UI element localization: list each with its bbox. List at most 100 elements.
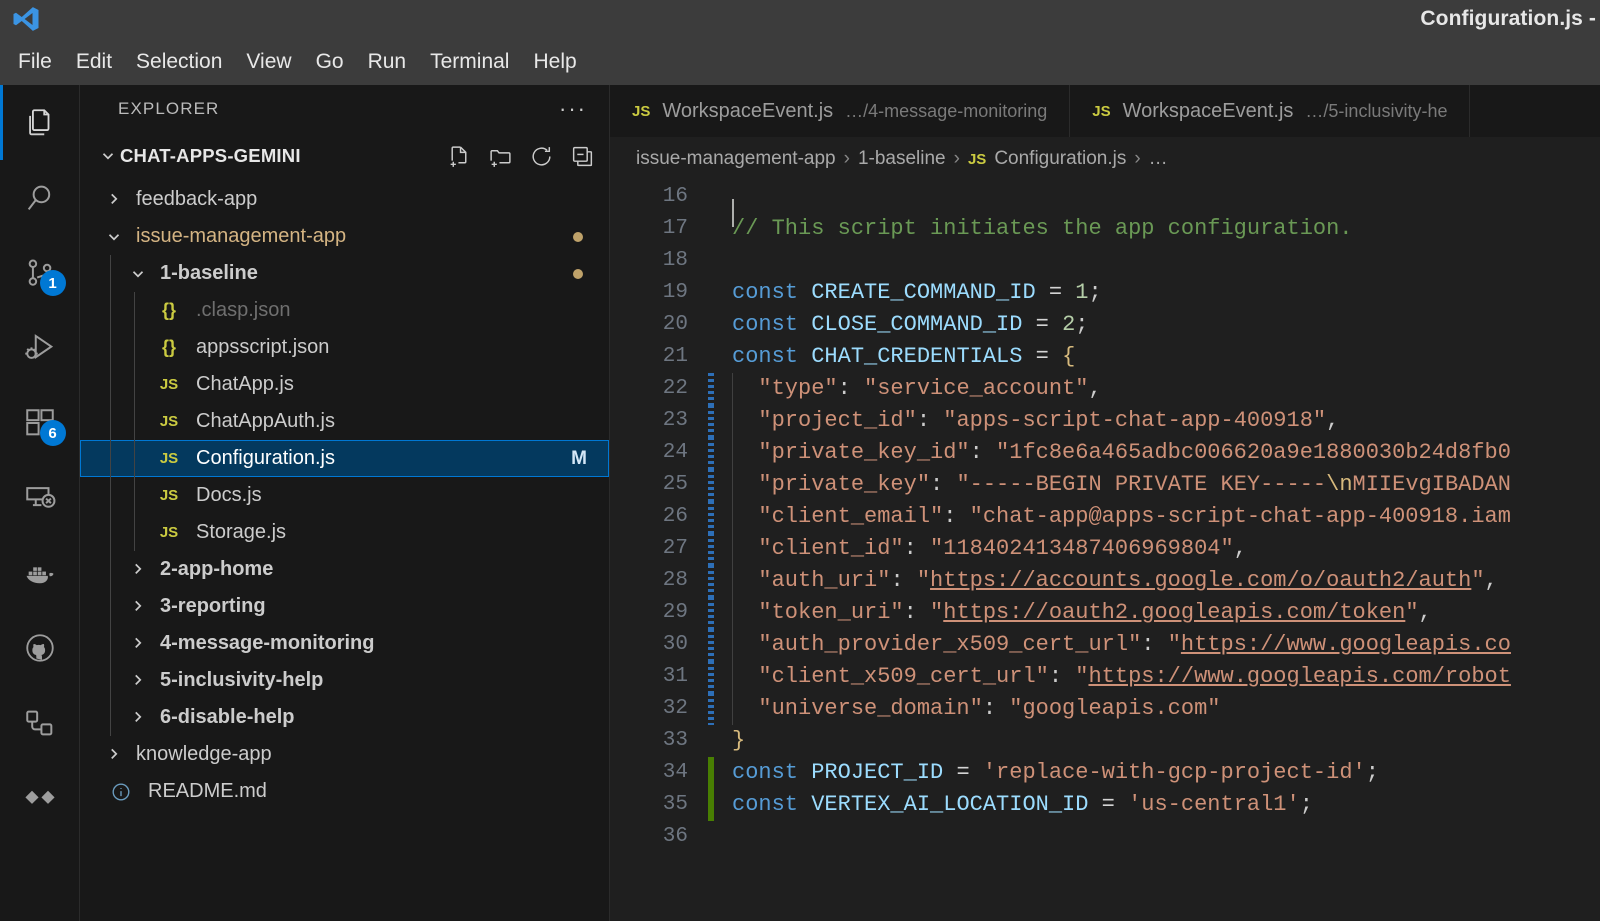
code-line-content: const CHAT_CREDENTIALS = { <box>714 341 1075 373</box>
breadcrumb-item-0[interactable]: issue-management-app <box>636 148 836 170</box>
activity-item-testing[interactable] <box>0 685 80 760</box>
code-token-num: 2 <box>1062 312 1075 337</box>
code-token-link[interactable]: https://www.googleapis.com/robot <box>1088 664 1510 689</box>
activity-item-explorer[interactable] <box>0 85 80 160</box>
code-token-plain <box>798 312 811 337</box>
sidebar-explorer: EXPLORER ··· CHAT-APPS-GEMINI <box>80 85 610 921</box>
activity-item-extensions[interactable]: 6 <box>0 385 80 460</box>
js-icon: JS <box>1092 103 1110 120</box>
tree-file-row[interactable]: {}.clasp.json <box>80 292 609 329</box>
git-status-badge: M <box>571 448 587 470</box>
code-line[interactable]: 25 "private_key": "-----BEGIN PRIVATE KE… <box>610 469 1600 501</box>
menu-file[interactable]: File <box>6 48 64 76</box>
menu-view[interactable]: View <box>234 48 303 76</box>
tree-folder-row[interactable]: feedback-app <box>80 181 609 218</box>
new-folder-icon[interactable] <box>488 144 513 169</box>
code-line[interactable]: 29 "token_uri": "https://oauth2.googleap… <box>610 597 1600 629</box>
code-token-punc: : <box>943 504 969 529</box>
line-number: 30 <box>610 629 708 661</box>
tree-folder-row[interactable]: knowledge-app <box>80 736 609 773</box>
tree-folder-row[interactable]: 4-message-monitoring <box>80 625 609 662</box>
menu-run[interactable]: Run <box>356 48 419 76</box>
code-line[interactable]: 17// This script initiates the app confi… <box>610 213 1600 245</box>
activity-item-run-and-debug[interactable] <box>0 310 80 385</box>
code-token-key: const <box>732 760 798 785</box>
activity-item-remote-explorer[interactable] <box>0 460 80 535</box>
code-token-punc: ; <box>1300 792 1313 817</box>
code-line[interactable]: 20const CLOSE_COMMAND_ID = 2; <box>610 309 1600 341</box>
editor-tab-1[interactable]: JS WorkspaceEvent.js …/5-inclusivity-he <box>1070 85 1470 137</box>
tree-folder-row[interactable]: 6-disable-help <box>80 699 609 736</box>
breadcrumb-item-1[interactable]: 1-baseline <box>858 148 946 170</box>
code-token-key: const <box>732 312 798 337</box>
gutter-change-indicator <box>708 821 714 853</box>
code-line[interactable]: 35const VERTEX_AI_LOCATION_ID = 'us-cent… <box>610 789 1600 821</box>
code-line-content: "project_id": "apps-script-chat-app-4009… <box>714 405 1339 437</box>
breadcrumb-item-2[interactable]: Configuration.js <box>994 148 1126 170</box>
new-file-icon[interactable] <box>447 144 472 169</box>
chevron-right-icon <box>126 561 150 579</box>
menu-go[interactable]: Go <box>304 48 356 76</box>
tree-file-row[interactable]: JSConfiguration.jsM <box>80 440 609 477</box>
code-line[interactable]: 22 "type": "service_account", <box>610 373 1600 405</box>
code-token-punc: ; <box>1075 312 1088 337</box>
title-bar: Configuration.js - <box>0 0 1600 38</box>
code-line[interactable]: 24 "private_key_id": "1fc8e6a465adbc0066… <box>610 437 1600 469</box>
menu-help[interactable]: Help <box>521 48 588 76</box>
code-token-link[interactable]: https://oauth2.googleapis.com/token <box>943 600 1405 625</box>
code-line[interactable]: 19const CREATE_COMMAND_ID = 1; <box>610 277 1600 309</box>
tree-folder-row[interactable]: 2-app-home <box>80 551 609 588</box>
code-editor[interactable]: 1617// This script initiates the app con… <box>610 181 1600 921</box>
code-line[interactable]: 21const CHAT_CREDENTIALS = { <box>610 341 1600 373</box>
activity-item-source-control[interactable]: 1 <box>0 235 80 310</box>
activity-item-docker[interactable] <box>0 535 80 610</box>
chevron-down-icon <box>102 228 126 246</box>
files-icon <box>23 106 57 140</box>
editor-tabs: JS WorkspaceEvent.js …/4-message-monitor… <box>610 85 1600 137</box>
code-line[interactable]: 34const PROJECT_ID = 'replace-with-gcp-p… <box>610 757 1600 789</box>
code-line[interactable]: 30 "auth_provider_x509_cert_url": "https… <box>610 629 1600 661</box>
tree-file-row[interactable]: JSDocs.js <box>80 477 609 514</box>
tree-folder-row[interactable]: 5-inclusivity-help <box>80 662 609 699</box>
collapse-all-icon[interactable] <box>570 144 595 169</box>
code-line[interactable]: 31 "client_x509_cert_url": "https://www.… <box>610 661 1600 693</box>
tree-file-row[interactable]: JSChatAppAuth.js <box>80 403 609 440</box>
indent-guide <box>732 565 733 597</box>
indent-guide <box>732 373 733 405</box>
refresh-icon[interactable] <box>529 144 554 169</box>
activity-item-search[interactable] <box>0 160 80 235</box>
tree-item-label: .clasp.json <box>196 299 291 322</box>
sidebar-more-actions-icon[interactable]: ··· <box>559 96 587 122</box>
editor-tab-1-name: WorkspaceEvent.js <box>1123 100 1294 123</box>
menu-edit[interactable]: Edit <box>64 48 124 76</box>
code-line[interactable]: 32 "universe_domain": "googleapis.com" <box>610 693 1600 725</box>
editor-tab-0[interactable]: JS WorkspaceEvent.js …/4-message-monitor… <box>610 85 1070 137</box>
indent-guide <box>110 551 111 588</box>
code-line[interactable]: 26 "client_email": "chat-app@apps-script… <box>610 501 1600 533</box>
tree-file-row[interactable]: JSChatApp.js <box>80 366 609 403</box>
workspace-folder-row[interactable]: CHAT-APPS-GEMINI <box>80 133 609 179</box>
code-line[interactable]: 23 "project_id": "apps-script-chat-app-4… <box>610 405 1600 437</box>
code-line-content: "private_key": "-----BEGIN PRIVATE KEY--… <box>714 469 1511 501</box>
breadcrumb-item-3[interactable]: … <box>1149 148 1168 170</box>
activity-item-extra[interactable] <box>0 760 80 835</box>
tree-file-row[interactable]: {}appsscript.json <box>80 329 609 366</box>
menu-terminal[interactable]: Terminal <box>418 48 521 76</box>
indent-guide <box>732 501 733 533</box>
activity-item-github[interactable] <box>0 610 80 685</box>
code-line[interactable]: 28 "auth_uri": "https://accounts.google.… <box>610 565 1600 597</box>
tree-folder-row[interactable]: 1-baseline <box>80 255 609 292</box>
tree-file-row[interactable]: README.md <box>80 773 609 810</box>
tree-folder-row[interactable]: 3-reporting <box>80 588 609 625</box>
code-line[interactable]: 33} <box>610 725 1600 757</box>
tree-folder-row[interactable]: issue-management-app <box>80 218 609 255</box>
code-token-link[interactable]: https://accounts.google.com/o/oauth2/aut… <box>930 568 1471 593</box>
code-token-link[interactable]: https://www.googleapis.co <box>1181 632 1511 657</box>
code-line[interactable]: 16 <box>610 181 1600 213</box>
menu-bar: File Edit Selection View Go Run Terminal… <box>0 38 1600 85</box>
code-line[interactable]: 36 <box>610 821 1600 853</box>
code-line[interactable]: 27 "client_id": "118402413487406969804", <box>610 533 1600 565</box>
menu-selection[interactable]: Selection <box>124 48 234 76</box>
tree-file-row[interactable]: JSStorage.js <box>80 514 609 551</box>
code-line[interactable]: 18 <box>610 245 1600 277</box>
